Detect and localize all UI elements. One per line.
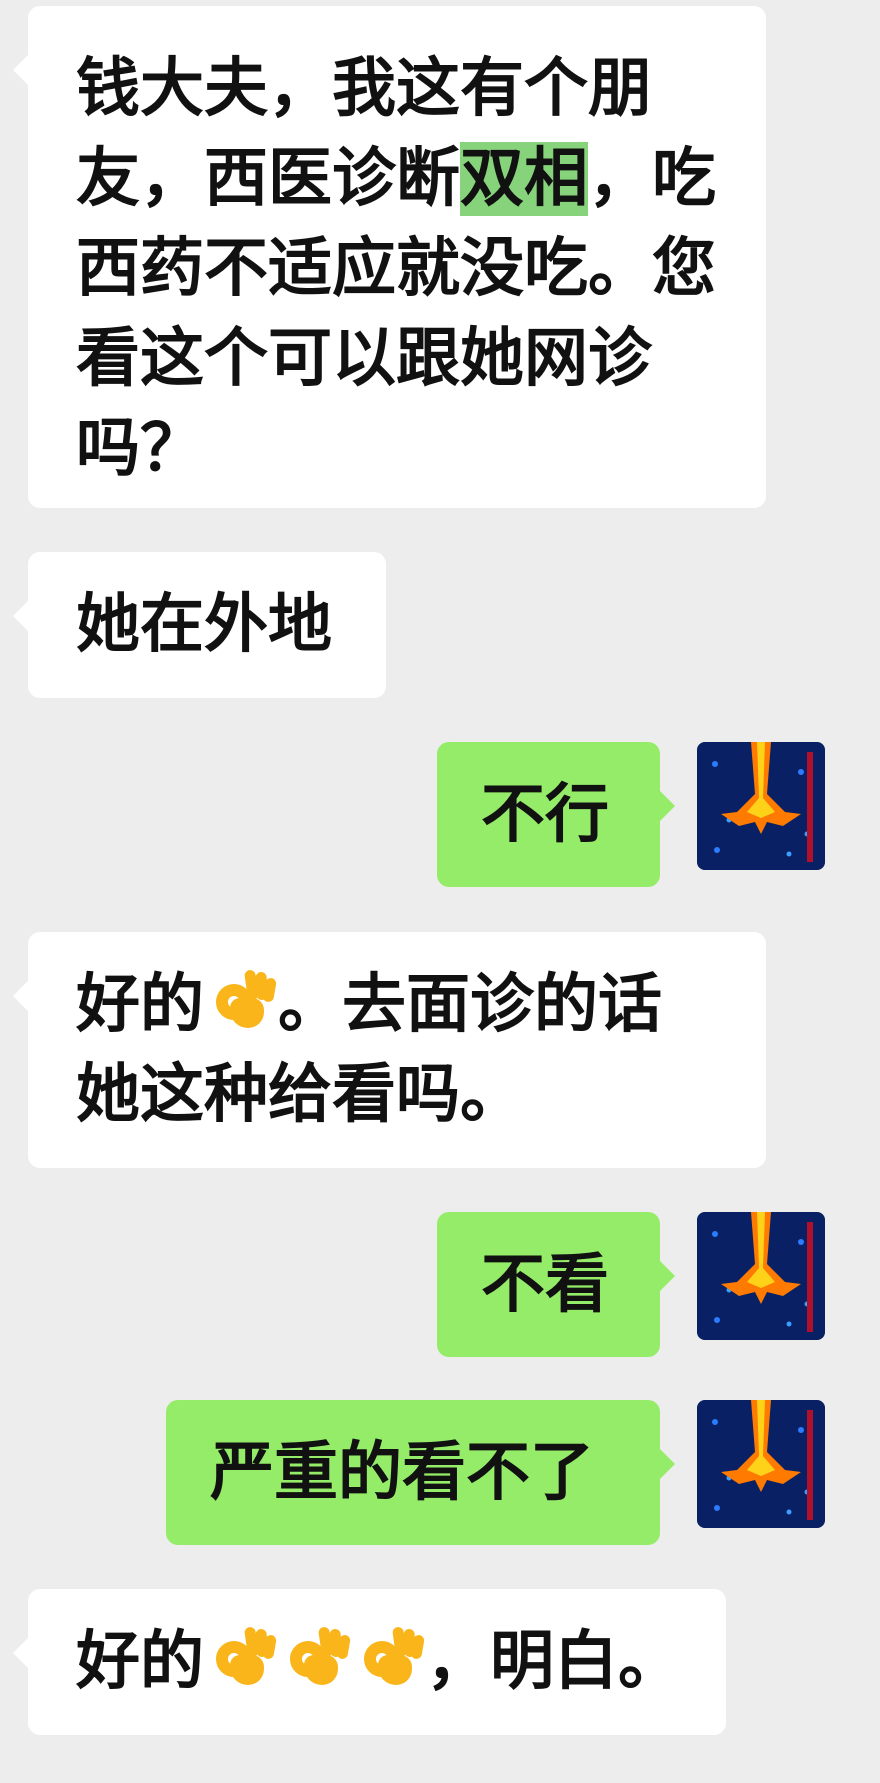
message-bubble-outgoing[interactable]: 不行 <box>437 742 675 887</box>
message-bubble-incoming[interactable]: 好的 ，明白。 <box>13 1589 726 1735</box>
message-text: 好的 ，明白。 <box>76 1625 682 1699</box>
message-bubble-incoming[interactable]: 钱大夫，我这有个朋友，西医诊断双相，吃西药不适应就没吃。您看这个可以跟她网诊吗？ <box>13 6 766 508</box>
message-bubble-outgoing[interactable]: 不看 <box>437 1212 675 1357</box>
message-text: 严重的看不了 <box>210 1436 594 1510</box>
ok-hand-emoji-icon <box>208 1625 278 1691</box>
avatar-image-icon <box>697 1400 825 1528</box>
avatar[interactable] <box>697 1212 825 1340</box>
ok-hand-emoji-icon <box>356 1625 426 1691</box>
avatar[interactable] <box>697 742 825 870</box>
avatar-image-icon <box>697 742 825 870</box>
ok-hand-emoji-icon <box>282 1625 352 1691</box>
avatar[interactable] <box>697 1400 825 1528</box>
avatar-image-icon <box>697 1212 825 1340</box>
highlighted-text: 双相 <box>460 142 588 216</box>
message-bubble-incoming[interactable]: 好的 。去面诊的话她这种给看吗。 <box>13 932 766 1168</box>
message-text: 不看 <box>481 1248 609 1322</box>
message-text: 好的 。去面诊的话她这种给看吗。 <box>76 968 662 1132</box>
message-bubble-incoming[interactable]: 她在外地 <box>13 552 386 698</box>
chat-screen: { "messages": [ { "sender": "other", "te… <box>0 0 880 1783</box>
message-text: 她在外地 <box>76 588 332 662</box>
message-text: 不行 <box>481 778 609 852</box>
message-bubble-outgoing[interactable]: 严重的看不了 <box>166 1400 675 1545</box>
ok-hand-emoji-icon <box>208 968 278 1034</box>
message-text: 钱大夫，我这有个朋友，西医诊断双相，吃西药不适应就没吃。您看这个可以跟她网诊吗？ <box>76 52 716 486</box>
